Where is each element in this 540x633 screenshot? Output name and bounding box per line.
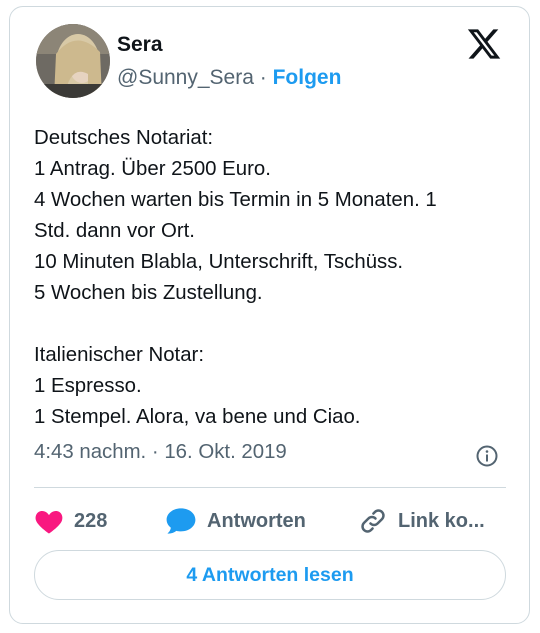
- read-replies-button[interactable]: 4 Antworten lesen: [34, 550, 506, 600]
- author-handle[interactable]: @Sunny_Sera: [117, 66, 254, 89]
- tweet-line: Std. dann vor Ort.: [34, 220, 195, 242]
- like-button[interactable]: 228: [34, 503, 107, 539]
- reply-label: Antworten: [207, 509, 306, 532]
- like-count: 228: [74, 509, 108, 532]
- avatar-image: [36, 24, 110, 98]
- tweet-line: 1 Antrag. Über 2500 Euro.: [34, 158, 271, 180]
- tweet-line: 10 Minuten Blabla, Unterschrift, Tschüss…: [34, 251, 404, 273]
- author-name[interactable]: Sera: [117, 33, 163, 57]
- tweet-text: Deutsches Notariat: 1 Antrag. Über 2500 …: [34, 123, 437, 433]
- info-icon[interactable]: [475, 444, 499, 468]
- speech-bubble-icon: [166, 508, 196, 534]
- follow-button[interactable]: Folgen: [273, 66, 342, 89]
- x-logo-icon[interactable]: [465, 26, 503, 62]
- tweet-line: Deutsches Notariat:: [34, 127, 214, 149]
- separator: ·: [259, 66, 267, 89]
- copy-link-label: Link ko...: [398, 509, 485, 532]
- read-replies-label: 4 Antworten lesen: [186, 563, 354, 586]
- action-bar: 228 Antworten Link ko...: [34, 503, 506, 539]
- author-handle-row: @Sunny_Sera · Folgen: [117, 66, 341, 90]
- tweet-line: Italienischer Notar:: [34, 344, 204, 366]
- divider: [34, 487, 506, 488]
- link-icon: [361, 509, 385, 533]
- tweet-line: 1 Stempel. Alora, va bene und Ciao.: [34, 406, 361, 428]
- tweet-line: 1 Espresso.: [34, 375, 142, 397]
- heart-icon: [35, 511, 63, 534]
- copy-link-button[interactable]: Link ko...: [358, 503, 485, 539]
- tweet-line: 5 Wochen bis Zustellung.: [34, 282, 263, 304]
- reply-button[interactable]: Antworten: [165, 503, 306, 539]
- timestamp[interactable]: 4:43 nachm. · 16. Okt. 2019: [34, 441, 287, 464]
- tweet-line: 4 Wochen warten bis Termin in 5 Monaten.…: [34, 189, 437, 211]
- avatar[interactable]: [36, 24, 110, 98]
